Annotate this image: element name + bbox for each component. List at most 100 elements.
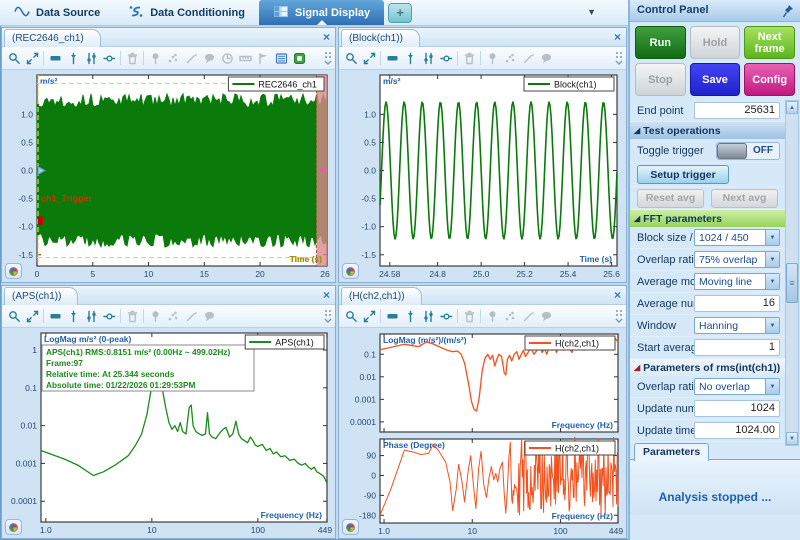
fit-icon[interactable]	[360, 307, 378, 325]
panel-tab-block[interactable]: (Block(ch1))	[341, 29, 420, 47]
tab-parameters[interactable]: Parameters	[634, 443, 709, 461]
section-collapse-icon[interactable]: ◢	[634, 364, 640, 372]
toolbar-overflow-icon[interactable]	[614, 308, 624, 329]
zoom-icon[interactable]	[5, 307, 23, 325]
chevron-down-icon[interactable]: ▼	[765, 379, 779, 394]
display-bar-icon[interactable]	[46, 307, 64, 325]
trash-icon[interactable]	[123, 49, 141, 67]
fit-icon[interactable]	[23, 49, 41, 67]
tuner-icon[interactable]	[82, 49, 100, 67]
chevron-down-icon[interactable]: ▼	[765, 252, 779, 267]
trash-icon[interactable]	[460, 307, 478, 325]
palette-button[interactable]	[5, 263, 22, 279]
vertical-cursor-icon[interactable]	[64, 307, 82, 325]
ruler-icon[interactable]	[236, 49, 254, 67]
update-time-input[interactable]: 1024.00	[694, 422, 780, 439]
comment-icon[interactable]	[200, 307, 218, 325]
reset-avg-button[interactable]: Reset avg	[637, 189, 704, 208]
display-bar-icon[interactable]	[46, 49, 64, 67]
brush-icon[interactable]	[182, 307, 200, 325]
display-bar-icon[interactable]	[383, 307, 401, 325]
palette-button[interactable]	[342, 263, 359, 279]
end-point-input[interactable]: 25631	[694, 102, 780, 119]
toolbar-overflow-icon[interactable]	[323, 50, 333, 71]
zoom-icon[interactable]	[342, 49, 360, 67]
brush-icon[interactable]	[519, 49, 537, 67]
overlap-ratio-dropdown[interactable]: 75% overlap▼	[694, 251, 780, 268]
window-dropdown[interactable]: Hanning▼	[694, 317, 780, 334]
rms-overlap-ratio-dropdown[interactable]: No overlap▼	[694, 378, 780, 395]
palette-button[interactable]	[342, 519, 359, 535]
comment-icon[interactable]	[200, 49, 218, 67]
parameters-scrollbar[interactable]: ▲ ▼	[785, 100, 799, 446]
export-icon[interactable]	[290, 49, 308, 67]
vertical-cursor-icon[interactable]	[401, 307, 419, 325]
flag-icon[interactable]	[254, 49, 272, 67]
block-size-dropdown[interactable]: 1024 / 450▼	[694, 229, 780, 246]
setup-trigger-button[interactable]: Setup trigger	[637, 165, 729, 184]
tab-data-source[interactable]: Data Source	[0, 0, 114, 25]
scrollbar-thumb[interactable]	[786, 263, 798, 303]
chevron-down-icon[interactable]: ▼	[765, 274, 779, 289]
harmonic-cursor-icon[interactable]	[100, 307, 118, 325]
pin-marker-icon[interactable]	[146, 49, 164, 67]
clock-icon[interactable]	[218, 49, 236, 67]
section-header[interactable]: ◢FFT parameters	[630, 210, 785, 227]
trash-icon[interactable]	[123, 307, 141, 325]
average-mode-dropdown[interactable]: Moving line▼	[694, 273, 780, 290]
scatter-icon[interactable]	[501, 49, 519, 67]
comment-icon[interactable]	[537, 49, 555, 67]
hold-button[interactable]: Hold	[690, 26, 741, 59]
trash-icon[interactable]	[460, 49, 478, 67]
toolbar-overflow-icon[interactable]	[323, 308, 333, 329]
zoom-icon[interactable]	[342, 307, 360, 325]
trigger-toggle[interactable]: OFF	[716, 142, 780, 160]
brush-icon[interactable]	[182, 49, 200, 67]
vertical-cursor-icon[interactable]	[401, 49, 419, 67]
tuner-icon[interactable]	[82, 307, 100, 325]
chevron-down-icon[interactable]: ▼	[765, 230, 779, 245]
tab-signal-display[interactable]: Signal Display	[259, 0, 384, 25]
tuner-icon[interactable]	[419, 49, 437, 67]
pin-marker-icon[interactable]	[146, 307, 164, 325]
close-icon[interactable]: ×	[323, 287, 330, 303]
fit-icon[interactable]	[23, 307, 41, 325]
section-collapse-icon[interactable]: ◢	[634, 215, 640, 223]
average-number-input[interactable]: 16	[694, 295, 780, 312]
scroll-up-icon[interactable]: ▲	[786, 101, 798, 114]
stop-button[interactable]: Stop	[635, 63, 686, 96]
tuner-icon[interactable]	[419, 307, 437, 325]
chevron-down-icon[interactable]: ▼	[765, 318, 779, 333]
pin-marker-icon[interactable]	[483, 307, 501, 325]
section-collapse-icon[interactable]: ◢	[634, 127, 640, 135]
harmonic-cursor-icon[interactable]	[437, 49, 455, 67]
zoom-icon[interactable]	[5, 49, 23, 67]
comment-icon[interactable]	[537, 307, 555, 325]
add-window-button[interactable]: +	[388, 3, 412, 23]
start-average-frame-input[interactable]: 1	[694, 339, 780, 356]
tabbar-overflow-icon[interactable]: ▼	[587, 7, 596, 17]
toolbar-overflow-icon[interactable]	[614, 50, 624, 71]
next-frame-button[interactable]: Next frame	[744, 26, 795, 59]
close-icon[interactable]: ×	[323, 29, 330, 45]
pin-marker-icon[interactable]	[483, 49, 501, 67]
section-header[interactable]: ◢Parameters of rms(int(ch1))	[630, 359, 785, 376]
update-number-input[interactable]: 1024	[694, 400, 780, 417]
panel-tab-h[interactable]: (H(ch2,ch1))	[341, 287, 422, 305]
toggle-thumb[interactable]	[717, 143, 747, 159]
scatter-icon[interactable]	[164, 307, 182, 325]
vertical-cursor-icon[interactable]	[64, 49, 82, 67]
close-icon[interactable]: ×	[614, 29, 621, 45]
harmonic-cursor-icon[interactable]	[437, 307, 455, 325]
close-icon[interactable]: ×	[614, 287, 621, 303]
section-header[interactable]: ◢Test operations	[630, 122, 785, 139]
scatter-icon[interactable]	[501, 307, 519, 325]
harmonic-cursor-icon[interactable]	[100, 49, 118, 67]
panel-tab-aps[interactable]: (APS(ch1))	[4, 287, 78, 305]
scatter-icon[interactable]	[164, 49, 182, 67]
panel-tab-rec2646[interactable]: (REC2646_ch1)	[4, 29, 101, 47]
fit-icon[interactable]	[360, 49, 378, 67]
tab-data-conditioning[interactable]: Data Conditioning	[114, 0, 259, 25]
display-bar-icon[interactable]	[383, 49, 401, 67]
palette-button[interactable]	[5, 519, 22, 535]
